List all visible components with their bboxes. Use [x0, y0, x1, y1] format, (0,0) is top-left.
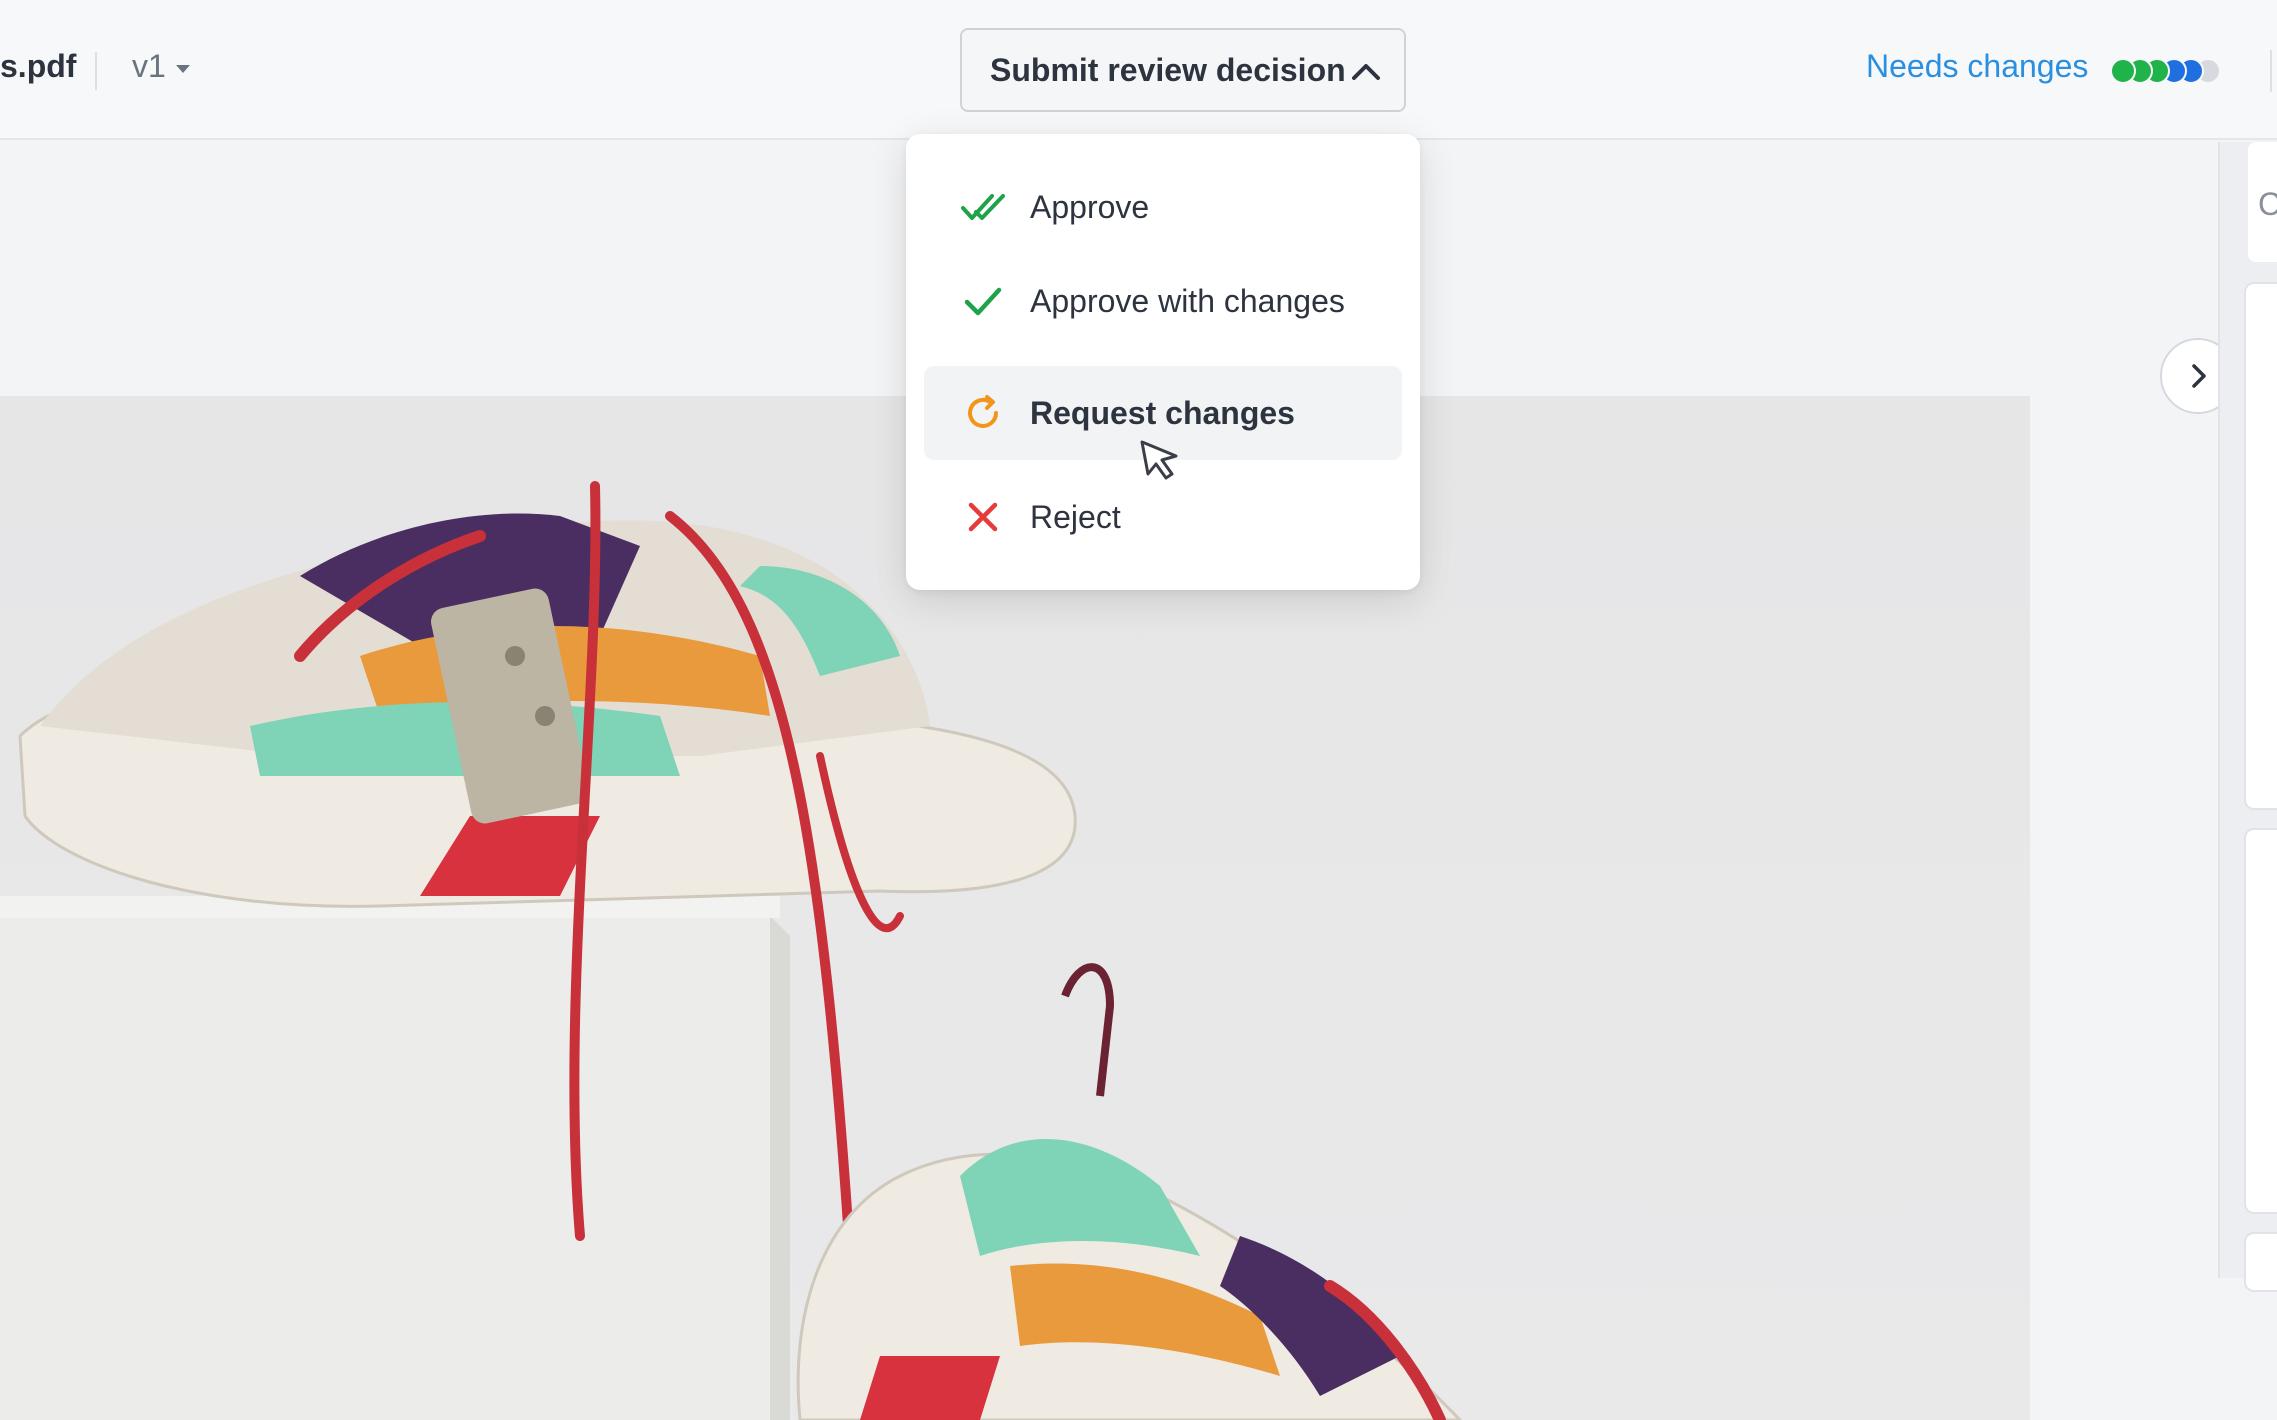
submit-review-decision-label: Submit review decision — [990, 51, 1346, 88]
reviewer-status-dots[interactable] — [2110, 58, 2230, 84]
chevron-right-icon — [2192, 364, 2206, 388]
header-divider — [95, 52, 97, 90]
menu-item-label: Request changes — [1030, 394, 1295, 431]
review-status[interactable]: Needs changes — [1866, 48, 2088, 85]
comment-card[interactable]: T — [2244, 1232, 2277, 1292]
top-bar: s.pdf v1 Submit review decision Needs ch… — [0, 0, 2277, 140]
header-divider-right — [2270, 50, 2272, 92]
comment-card[interactable]: I' le n c — [2244, 282, 2277, 810]
sidebar-tab[interactable]: C — [2248, 142, 2277, 262]
menu-item-label: Approve — [1030, 188, 1150, 225]
caret-down-icon — [175, 64, 190, 73]
submit-review-decision-button[interactable]: Submit review decision — [960, 28, 1406, 112]
comment-card[interactable]: A c n It — [2244, 828, 2277, 1214]
reviewer-dot — [2110, 58, 2136, 84]
menu-item-approve[interactable]: Approve — [924, 160, 1402, 254]
menu-item-approve-with-changes[interactable]: Approve with changes — [924, 254, 1402, 348]
version-selector[interactable]: v1 — [132, 48, 190, 85]
file-name[interactable]: s.pdf — [0, 48, 76, 85]
check-icon — [960, 281, 1006, 321]
chevron-up-icon — [1352, 64, 1380, 80]
sidebar-tab-letter: C — [2258, 186, 2277, 222]
close-icon — [960, 497, 1006, 537]
menu-item-reject[interactable]: Reject — [924, 470, 1402, 564]
review-decision-menu: Approve Approve with changes Request cha… — [906, 134, 1420, 590]
version-label: v1 — [132, 48, 166, 84]
menu-item-label: Reject — [1030, 498, 1121, 535]
double-check-icon — [960, 187, 1006, 227]
menu-item-label: Approve with changes — [1030, 282, 1345, 319]
refresh-icon — [960, 393, 1006, 433]
comments-sidebar: C I' le n c A c n It T — [2218, 142, 2277, 1292]
mouse-cursor-icon — [1140, 440, 1178, 480]
